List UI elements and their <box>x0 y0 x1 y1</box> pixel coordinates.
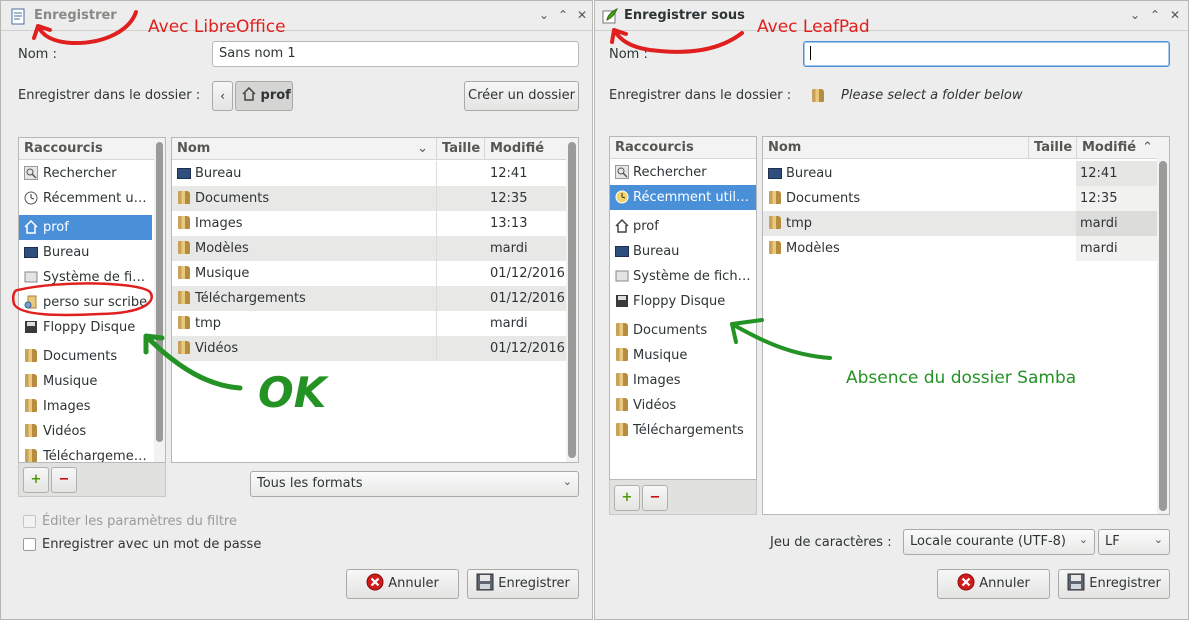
red-arrow-libreoffice <box>32 10 138 46</box>
red-arrow-leafpad <box>610 28 744 54</box>
green-arrow-samba <box>730 318 832 360</box>
red-circle-highlight <box>11 282 153 317</box>
annotation-strokes <box>11 10 832 391</box>
green-arrow-ok <box>143 333 243 391</box>
